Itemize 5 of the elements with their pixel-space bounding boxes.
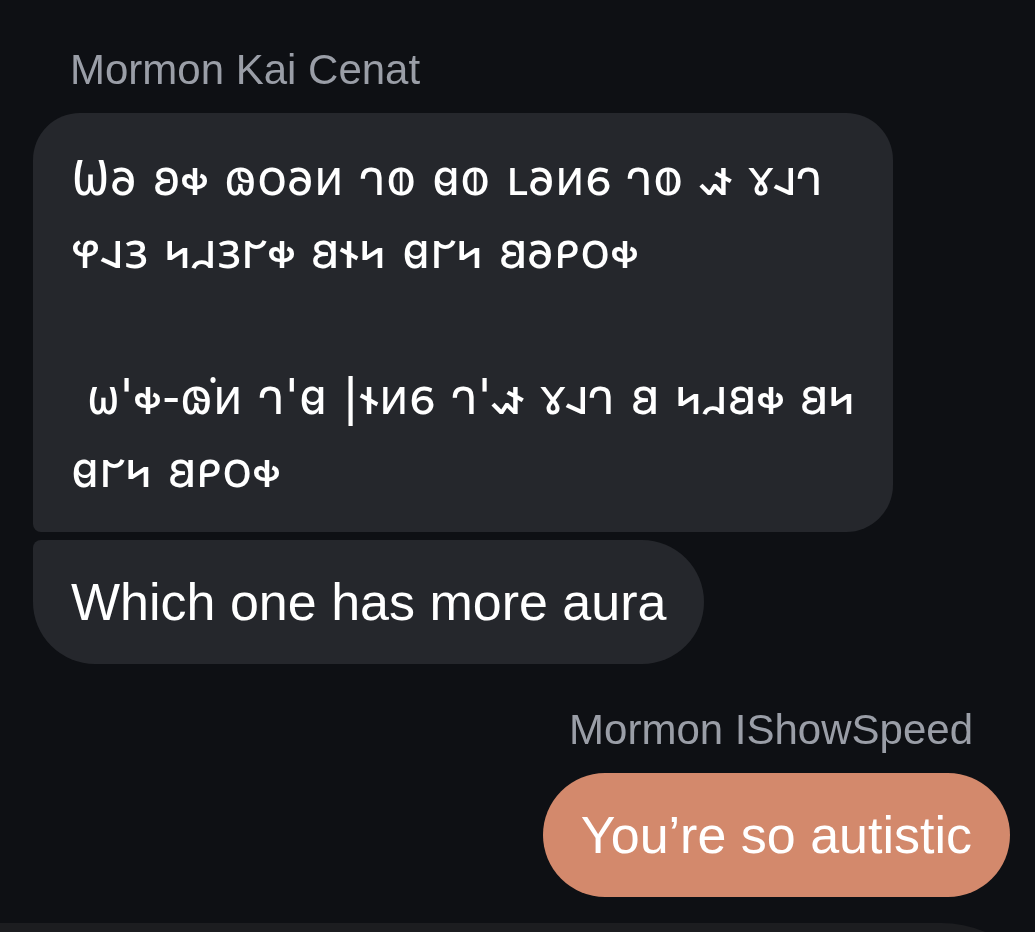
message-bubble: You’re so autistic [542,773,1010,897]
message-bubble: 𐐎𐐨 𐐪𐑉 𐑀𐐬𐐨𐑍 𐐻𐐭 𐐼𐐭 𐑃𐐨𐑍𐑆 𐐻𐐭 𐑎 𐑄𐐰𐐻 𐐸𐐰𐑂 𐑌𐐯𐑂𐐲𐑉 𐐺𐐮𐑌 𐐼𐐲𐑌 𐐺𐐨𐑁𐐬𐑉 𐐶'𐑉-𐑀̇𐑍 𐐻'𐐼 |𐐮𐑍𐑆 𐐻'𐑎 𐑄𐐰𐐻 𐐺 𐑌𐐯𐐺𐑉 𐐺𐑌 𐐼𐐲𐑌 𐐺𐑁𐐬𐑉 [33,113,893,532]
message-bubble: Which one has more aura [33,540,705,664]
sender-name: Mormon IShowSpeed [568,706,974,754]
sender-name: Mormon Kai Cenat [69,46,422,94]
